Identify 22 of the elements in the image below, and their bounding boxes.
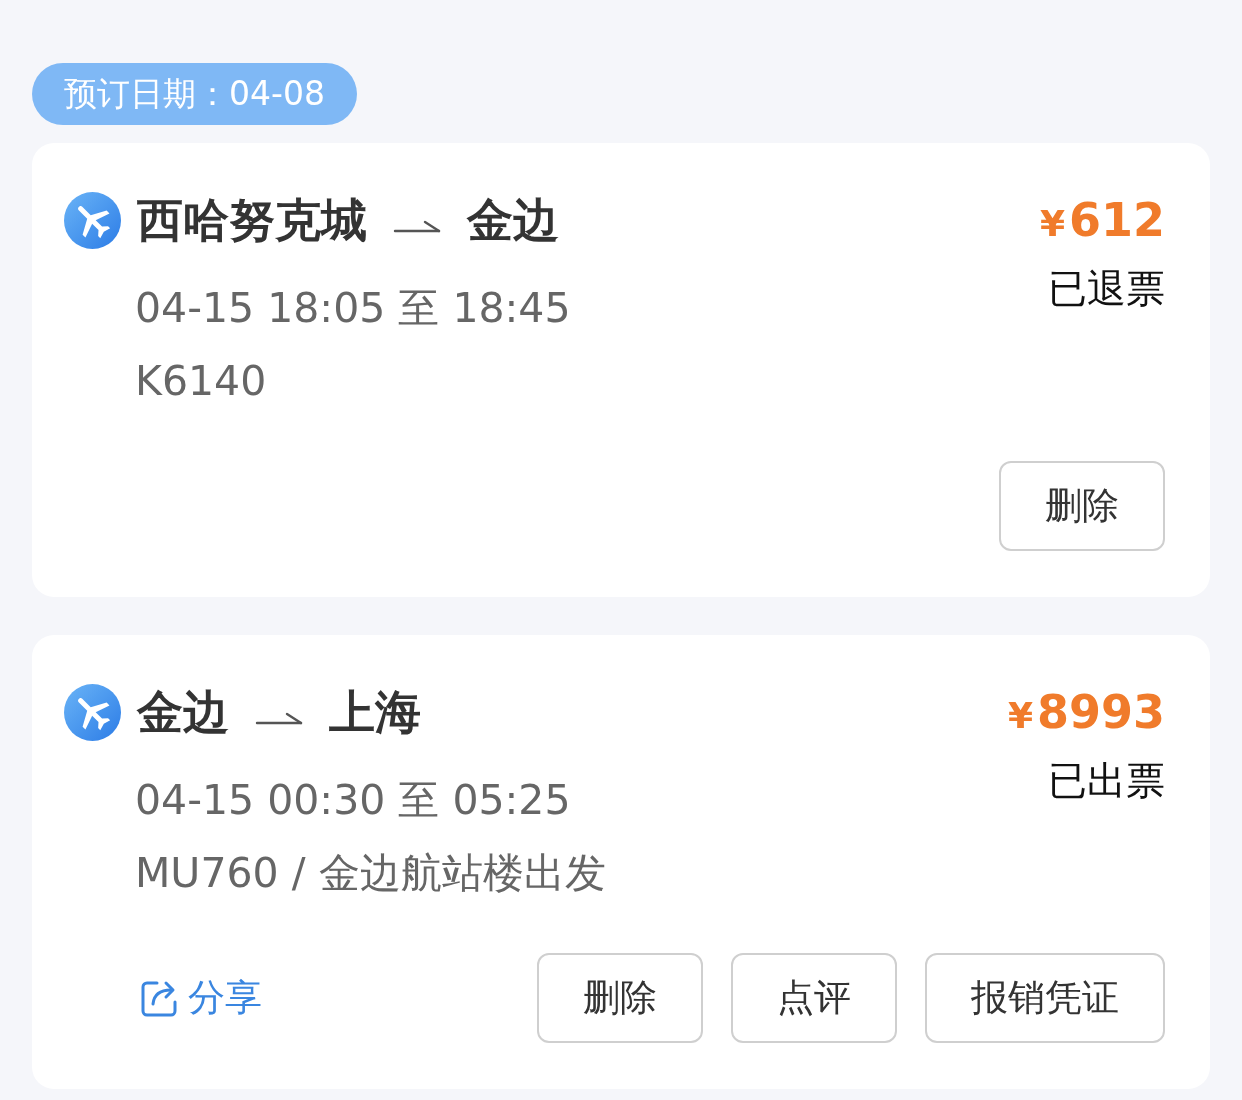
price-text: ¥612 bbox=[1039, 192, 1165, 249]
ticket-status: 已退票 bbox=[1048, 265, 1165, 313]
action-button[interactable]: 点评 bbox=[731, 953, 897, 1043]
departure-city: 金边 bbox=[137, 684, 229, 741]
arrival-city: 金边 bbox=[467, 192, 559, 249]
airplane-icon bbox=[64, 683, 121, 741]
action-button[interactable]: 删除 bbox=[999, 461, 1165, 551]
arrival-city: 上海 bbox=[329, 684, 421, 741]
arrow-icon bbox=[393, 218, 441, 234]
departure-city: 西哈努克城 bbox=[137, 192, 367, 249]
action-button[interactable]: 删除 bbox=[537, 953, 703, 1043]
flight-time: 04-15 18:05 至 18:45 bbox=[135, 283, 571, 334]
share-link[interactable]: 分享 bbox=[140, 970, 262, 1026]
airplane-icon bbox=[64, 191, 121, 249]
flight-time: 04-15 00:30 至 05:25 bbox=[135, 775, 572, 826]
price-text: ¥8993 bbox=[1007, 684, 1165, 741]
action-button[interactable]: 报销凭证 bbox=[925, 953, 1165, 1043]
ticket-status: 已出票 bbox=[1048, 757, 1165, 805]
arrow-icon bbox=[255, 710, 303, 726]
flight-number: K6140 bbox=[135, 356, 268, 407]
flight-number: MU760 / 金边航站楼出发 bbox=[135, 848, 606, 899]
booking-date-label: 预订日期：04-08 bbox=[32, 63, 357, 125]
